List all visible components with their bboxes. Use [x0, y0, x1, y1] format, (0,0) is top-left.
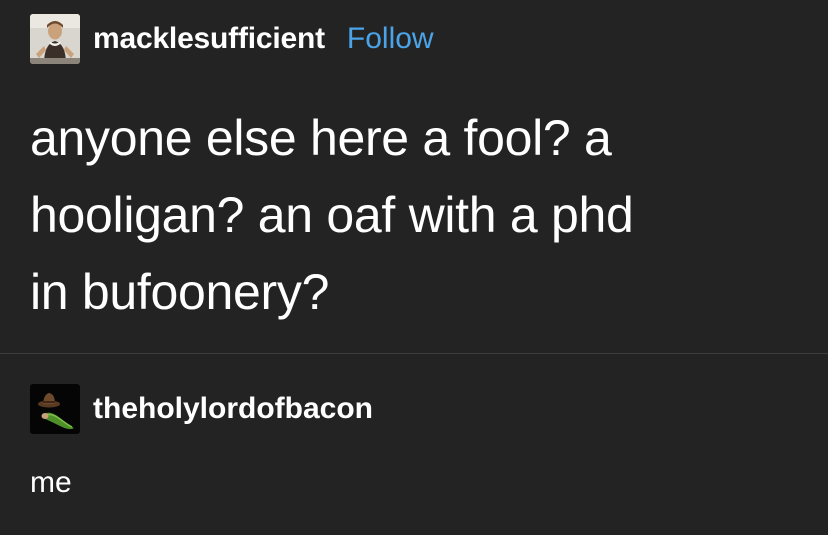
shakespeare-portrait-avatar-icon [30, 14, 80, 64]
post-body-text: anyone else here a fool? a hooligan? an … [30, 110, 634, 320]
reply-author-avatar[interactable] [30, 384, 80, 434]
reply-body-text: me [30, 466, 72, 499]
author-avatar[interactable] [30, 14, 80, 64]
reply-author-username[interactable]: theholylordofbacon [93, 392, 373, 426]
pickle-with-hat-avatar-icon [30, 384, 80, 434]
post-header: macklesufficient Follow [30, 14, 434, 64]
reply-divider [0, 353, 828, 354]
reply-header: theholylordofbacon [30, 384, 373, 434]
author-username[interactable]: macklesufficient [93, 22, 325, 56]
follow-button[interactable]: Follow [347, 22, 434, 56]
